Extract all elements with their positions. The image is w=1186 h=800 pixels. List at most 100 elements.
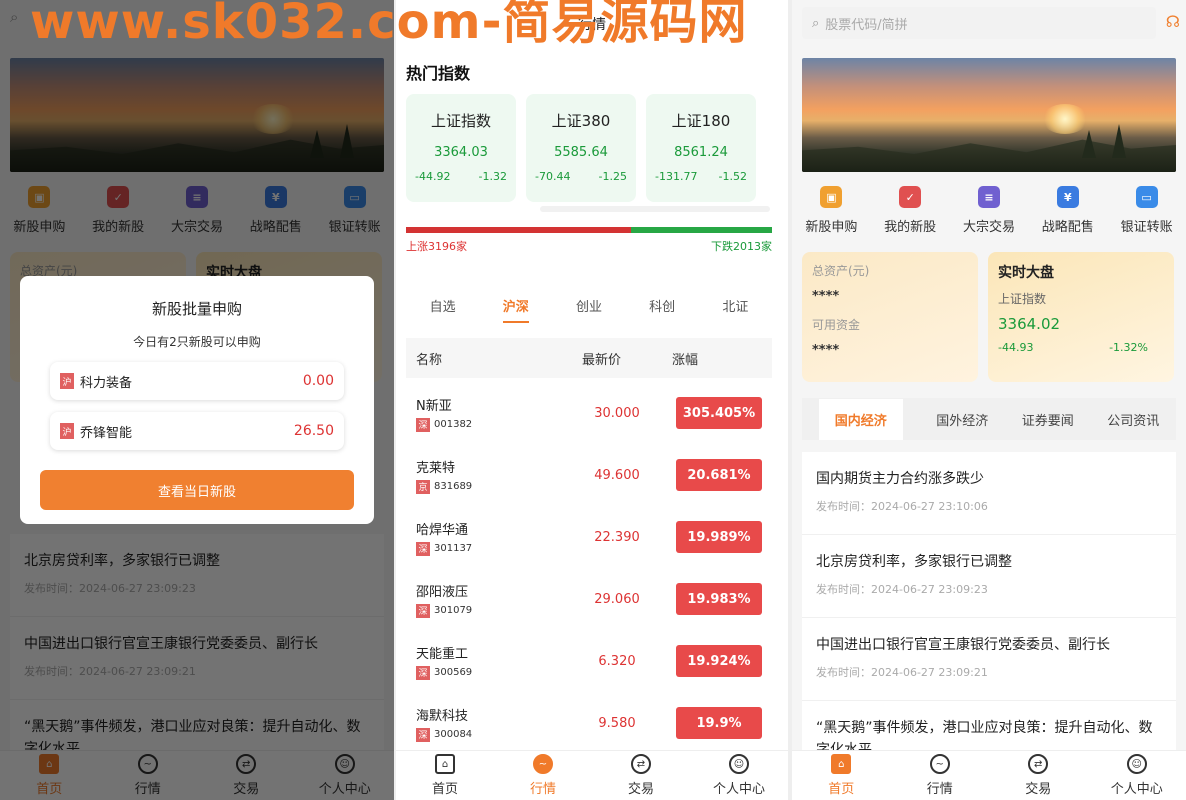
stock-name-cell: 克莱特京 831689 bbox=[406, 457, 562, 494]
home-icon: ⌂ bbox=[435, 754, 455, 774]
market-card[interactable]: 实时大盘 上证指数 3364.02 -44.93 -1.32% bbox=[988, 252, 1174, 382]
quick-item-block-trade[interactable]: ≡大宗交易 bbox=[950, 186, 1028, 235]
my-stock-icon: ✓ bbox=[899, 186, 922, 208]
stock-row[interactable]: 哈焊华通深 301137 22.390 19.989% bbox=[406, 506, 772, 568]
ipo-batch-modal: 新股批量申购 今日有2只新股可以申购 沪 科力装备 0.00 沪 乔锋智能 26… bbox=[20, 276, 374, 524]
tab-bse[interactable]: 北证 bbox=[722, 296, 748, 323]
chart-icon: ~ bbox=[533, 754, 553, 774]
ipo-item[interactable]: 沪 科力装备 0.00 bbox=[50, 362, 344, 400]
tab-trade[interactable]: ⇄交易 bbox=[998, 754, 1078, 797]
quick-item-my-stock[interactable]: ✓我的新股 bbox=[871, 186, 949, 235]
quick-menu: ▣新股申购 ✓我的新股 ≡大宗交易 ¥战略配售 ▭银证转账 bbox=[792, 186, 1186, 235]
news-item[interactable]: 国内期货主力合约涨多跌少 发布时间：2024-06-27 23:10:06 bbox=[802, 452, 1176, 535]
bottom-tabbar: ⌂首页 ~行情 ⇄交易 ☺个人中心 bbox=[792, 750, 1186, 800]
news-tabs: 国内经济 国外经济 证券要闻 公司资讯 bbox=[802, 398, 1176, 440]
tab-star[interactable]: 科创 bbox=[649, 296, 675, 323]
stock-name: 哈焊华通 bbox=[416, 522, 469, 538]
stock-change-badge: 19.9% bbox=[676, 707, 762, 739]
stock-name-cell: N新亚深 001382 bbox=[406, 395, 562, 432]
index-card[interactable]: 上证180 8561.24 -131.77 -1.52 bbox=[646, 94, 756, 202]
stock-code: 001382 bbox=[434, 419, 473, 430]
tab-domestic[interactable]: 国内经济 bbox=[818, 398, 903, 440]
news-item[interactable]: 中国进出口银行官宣王康银行党委委员、副行长发布时间：2024-06-27 23:… bbox=[802, 618, 1176, 701]
up-count: 上涨3196家 bbox=[406, 240, 467, 253]
tab-company[interactable]: 公司资讯 bbox=[1107, 410, 1159, 429]
tab-market[interactable]: ~行情 bbox=[503, 754, 583, 797]
tab-hushen[interactable]: 沪深 bbox=[502, 296, 529, 323]
home-icon: ⌂ bbox=[831, 754, 852, 774]
news-item[interactable]: 北京房贷利率，多家银行已调整发布时间：2024-06-27 23:09:23 bbox=[802, 535, 1176, 618]
stock-row[interactable]: 天能重工深 300569 6.320 19.924% bbox=[406, 630, 772, 692]
stock-row[interactable]: 克莱特京 831689 49.600 20.681% bbox=[406, 444, 772, 506]
tab-chinext[interactable]: 创业 bbox=[576, 296, 602, 323]
tab-trade[interactable]: ⇄交易 bbox=[601, 754, 681, 797]
stock-change-badge: 19.924% bbox=[676, 645, 762, 677]
stock-code: 300084 bbox=[434, 729, 473, 740]
stock-name-cell: 邵阳液压深 301079 bbox=[406, 581, 562, 618]
market-screen: 行情 热门指数 上证指数 3364.03 -44.92 -1.32 上证380 5… bbox=[396, 0, 788, 800]
search-icon: ⌕ bbox=[812, 15, 820, 31]
exchange-tag: 深 bbox=[416, 541, 430, 556]
stock-price: 30.000 bbox=[594, 405, 640, 421]
modal-title: 新股批量申购 bbox=[151, 300, 242, 318]
ipo-item[interactable]: 沪 乔锋智能 26.50 bbox=[50, 412, 344, 450]
user-icon: ☺ bbox=[729, 754, 749, 774]
headset-icon[interactable]: ☊ bbox=[1166, 12, 1180, 31]
exchange-tag: 深 bbox=[416, 665, 430, 680]
exchange-tag: 深 bbox=[416, 727, 430, 742]
index-scroll-indicator bbox=[540, 206, 770, 212]
tab-home[interactable]: ⌂首页 bbox=[405, 754, 485, 797]
tab-favorites[interactable]: 自选 bbox=[430, 296, 456, 323]
chart-icon: ~ bbox=[929, 754, 950, 774]
trade-icon: ⇄ bbox=[1028, 754, 1049, 774]
placement-icon: ¥ bbox=[1056, 186, 1079, 208]
tab-securities[interactable]: 证券要闻 bbox=[1022, 410, 1074, 429]
tab-home[interactable]: ⌂首页 bbox=[801, 754, 881, 797]
tab-market[interactable]: ~行情 bbox=[900, 754, 980, 797]
quick-item-placement[interactable]: ¥战略配售 bbox=[1029, 186, 1107, 235]
tab-foreign[interactable]: 国外经济 bbox=[936, 410, 988, 429]
stock-name-cell: 天能重工深 300569 bbox=[406, 643, 562, 680]
exchange-tag: 沪 bbox=[60, 423, 74, 439]
hot-index-title: 热门指数 bbox=[406, 64, 471, 83]
stock-price: 9.580 bbox=[598, 715, 636, 731]
stock-change-badge: 19.989% bbox=[676, 521, 762, 553]
index-card[interactable]: 上证指数 3364.03 -44.92 -1.32 bbox=[406, 94, 516, 202]
exchange-tag: 京 bbox=[416, 479, 430, 494]
stock-price: 22.390 bbox=[594, 529, 640, 545]
up-bar bbox=[406, 227, 631, 233]
asset-card[interactable]: 总资产(元) **** 可用资金 **** bbox=[802, 252, 978, 382]
exchange-tag: 沪 bbox=[60, 373, 74, 389]
stock-price: 29.060 bbox=[594, 591, 640, 607]
view-today-ipo-button[interactable]: 查看当日新股 bbox=[40, 470, 354, 510]
stock-change-badge: 305.405% bbox=[676, 397, 762, 429]
stock-name: 克莱特 bbox=[416, 460, 456, 476]
quick-item-transfer[interactable]: ▭银证转账 bbox=[1108, 186, 1186, 235]
search-input[interactable]: ⌕ 股票代码/简拼 bbox=[802, 7, 1156, 39]
stock-row[interactable]: 邵阳液压深 301079 29.060 19.983% bbox=[406, 568, 772, 630]
banner-image[interactable] bbox=[802, 58, 1176, 172]
market-tabs: 自选 沪深 创业 科创 北证 bbox=[406, 296, 772, 323]
stock-code: 301079 bbox=[434, 605, 473, 616]
exchange-tag: 深 bbox=[416, 603, 430, 618]
bottom-tabbar: ⌂首页 ~行情 ⇄交易 ☺个人中心 bbox=[396, 750, 788, 800]
user-icon: ☺ bbox=[1126, 754, 1147, 774]
stock-row[interactable]: N新亚深 001382 30.000 305.405% bbox=[406, 382, 772, 444]
down-count: 下跌2013家 bbox=[711, 240, 772, 253]
stock-name-cell: 哈焊华通深 301137 bbox=[406, 519, 562, 556]
ipo-icon: ▣ bbox=[820, 186, 843, 208]
home-screen: ⌕ 股票代码/简拼 ☊ ▣ 新股申购 ✓ 我的新股 ≡ 大宗交易 ¥ 战略配售 ▭ 银证转… bbox=[792, 0, 1186, 800]
stock-change-badge: 19.983% bbox=[676, 583, 762, 615]
stock-row[interactable]: 海默科技深 300084 9.580 19.9% bbox=[406, 692, 772, 754]
stock-name: 天能重工 bbox=[416, 646, 469, 662]
tab-profile[interactable]: ☺个人中心 bbox=[1097, 754, 1177, 797]
stock-code: 300569 bbox=[434, 667, 473, 678]
quick-item-ipo[interactable]: ▣新股申购 bbox=[792, 186, 870, 235]
modal-overlay-bottom[interactable] bbox=[0, 750, 394, 800]
index-card[interactable]: 上证380 5585.64 -70.44 -1.25 bbox=[526, 94, 636, 202]
exchange-tag: 深 bbox=[416, 417, 430, 432]
stock-code: 831689 bbox=[434, 481, 473, 492]
tab-profile[interactable]: ☺个人中心 bbox=[699, 754, 779, 797]
stock-price: 6.320 bbox=[598, 653, 636, 669]
block-trade-icon: ≡ bbox=[977, 186, 1000, 208]
